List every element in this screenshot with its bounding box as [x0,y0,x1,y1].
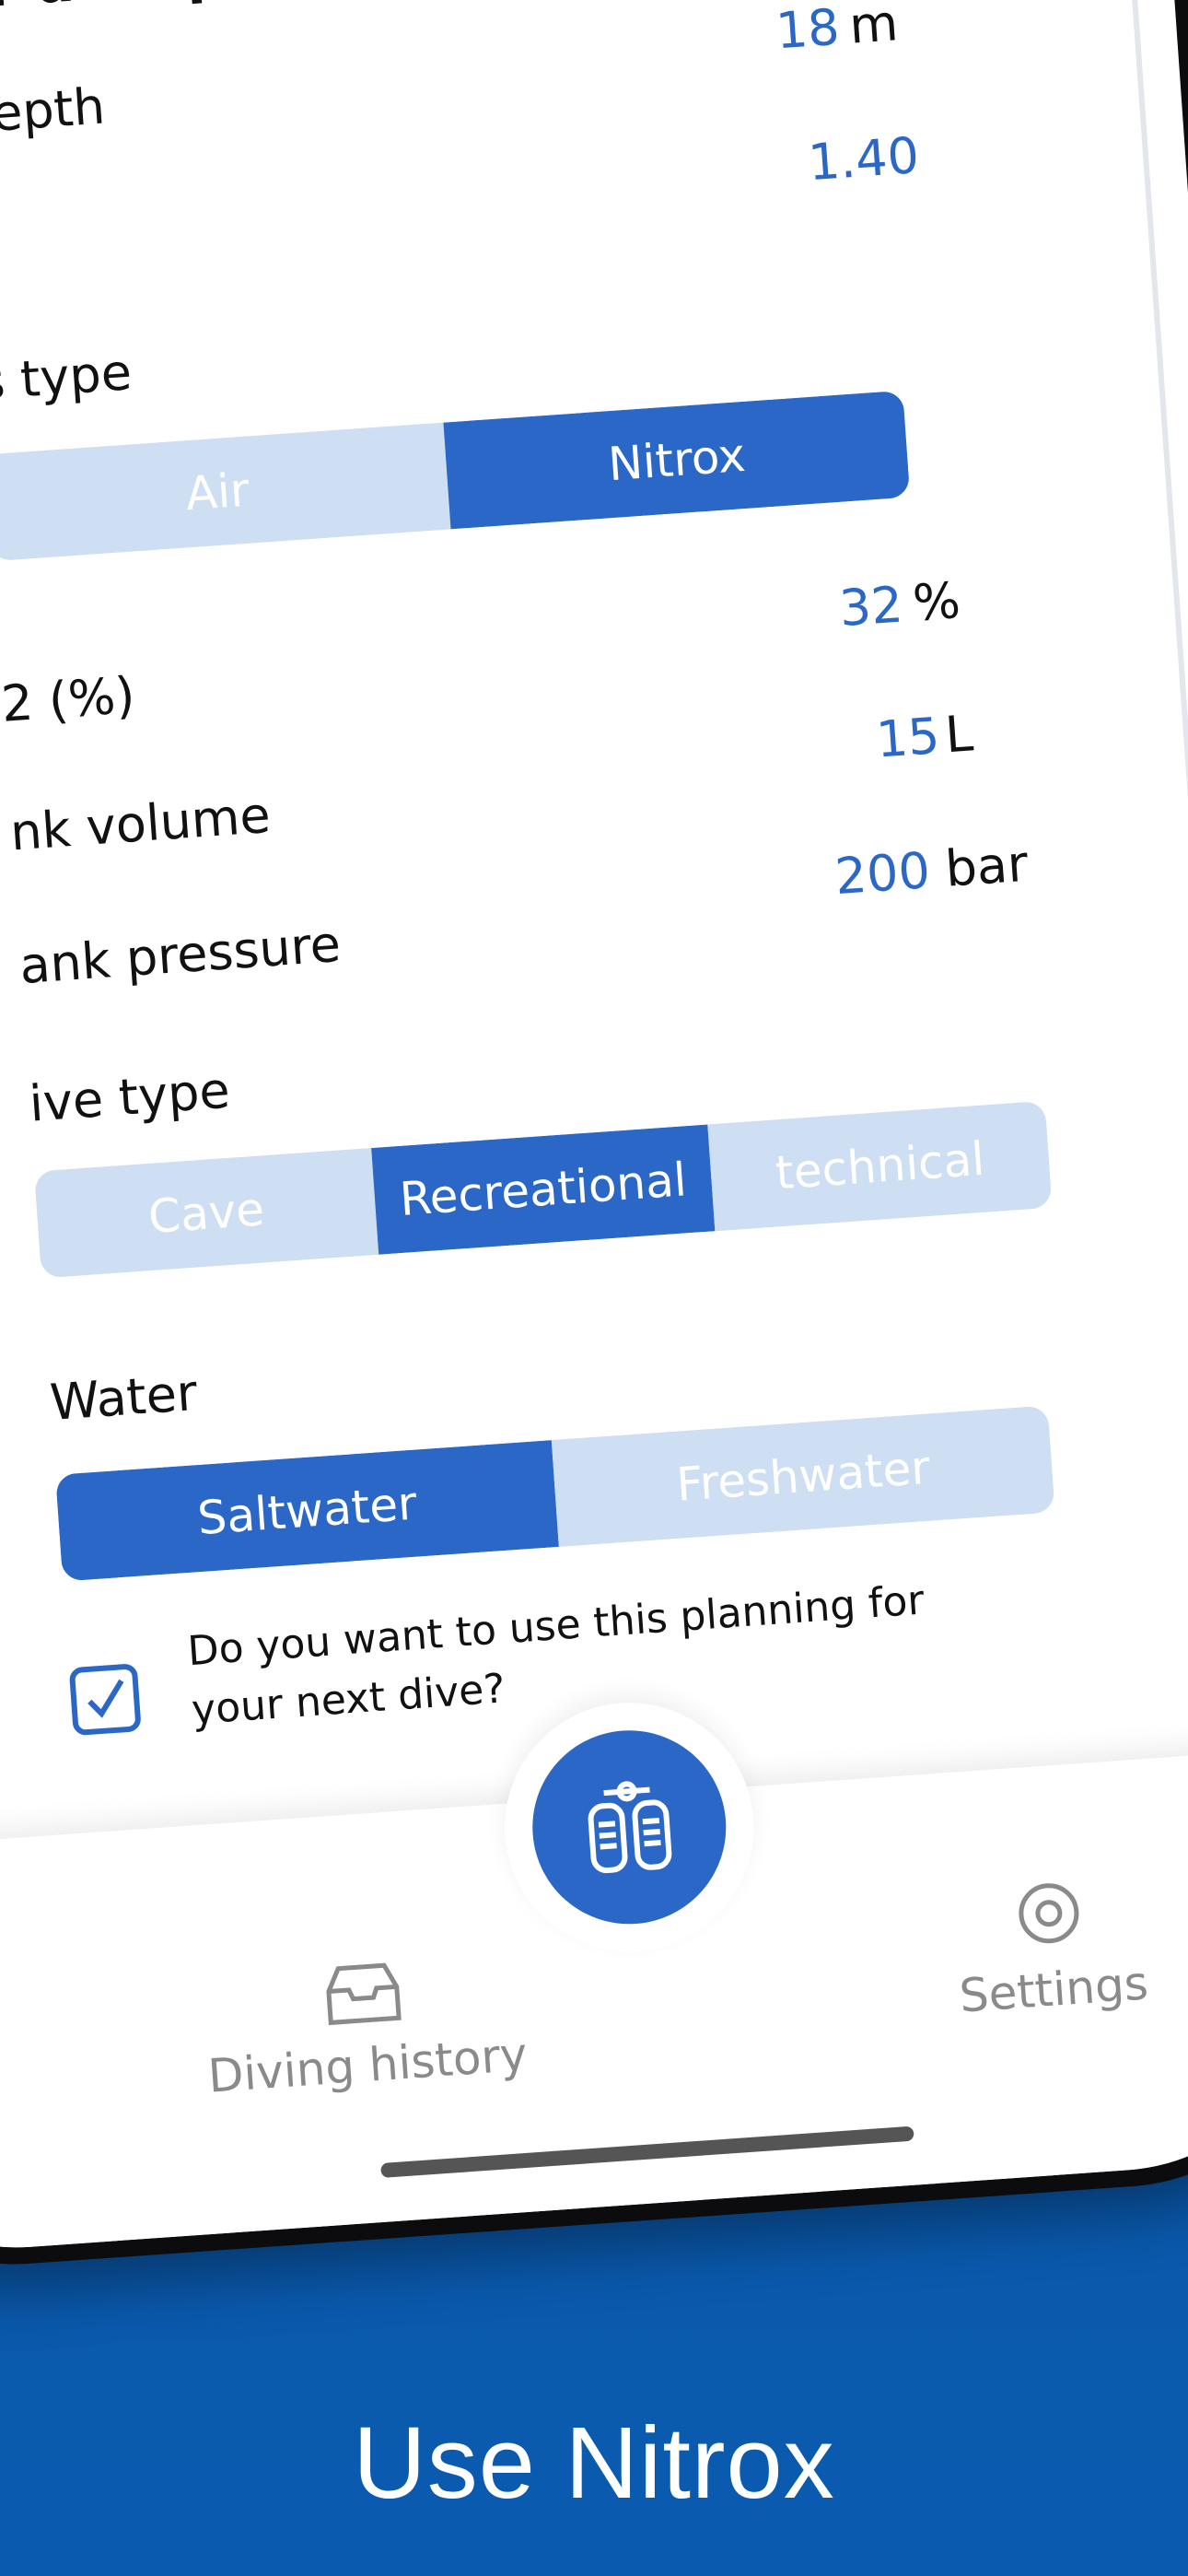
tank-pressure-label: ank pressure [17,914,343,996]
o2-percent-value[interactable]: 32 [837,575,904,638]
dive-type-label: ive type [27,1060,232,1133]
phone-frame: r dive para depth 18 m 2 1.40 s type Air… [0,0,1188,2278]
water-option-saltwater[interactable]: Saltwater [55,1440,559,1582]
water-selector: Saltwater Freshwater [55,1405,1055,1582]
tank-volume-value[interactable]: 15 [874,707,941,769]
dive-option-recreational[interactable]: Recreational [370,1124,716,1255]
gas-type-label: s type [0,343,134,412]
dive-option-cave[interactable]: Cave [34,1148,379,1279]
tanks-icon [588,1781,672,1874]
checkmark-icon [87,1679,124,1718]
section-title: r dive para [0,0,329,20]
tank-pressure-unit: bar [943,834,1031,898]
depth-label: depth [0,76,107,146]
o2-percent-unit: % [911,571,962,633]
gas-option-air[interactable]: Air [0,422,451,562]
tank-volume-unit: L [943,704,975,765]
dive-type-selector: Cave Recreational technical [34,1100,1053,1279]
dive-option-technical[interactable]: technical [707,1100,1053,1232]
water-option-freshwater[interactable]: Freshwater [551,1405,1055,1547]
depth-value[interactable]: 18 [774,0,841,60]
water-label: Water [48,1363,200,1432]
gas-type-selector: Air Nitrox [0,390,911,562]
app-screen: r dive para depth 18 m 2 1.40 s type Air… [0,0,1188,2261]
nav-diving-history[interactable]: Diving history [201,1950,529,2103]
scrollbar[interactable] [1099,0,1188,1724]
o2-percent-label: 2 (%) [0,665,137,733]
inbox-icon [325,1962,402,2026]
ppo2-label: 2 [0,217,4,279]
nav-settings[interactable]: Settings [951,1870,1150,2023]
depth-unit: m [847,0,901,55]
tank-volume-label: nk volume [8,785,273,862]
gear-icon [1018,1883,1078,1944]
tank-pressure-value[interactable]: 200 [833,841,932,906]
promo-caption: Use Nitrox [353,2406,835,2520]
ppo2-value[interactable]: 1.40 [807,126,921,192]
use-planning-checkbox[interactable] [68,1663,142,1737]
gas-option-nitrox[interactable]: Nitrox [443,390,911,530]
